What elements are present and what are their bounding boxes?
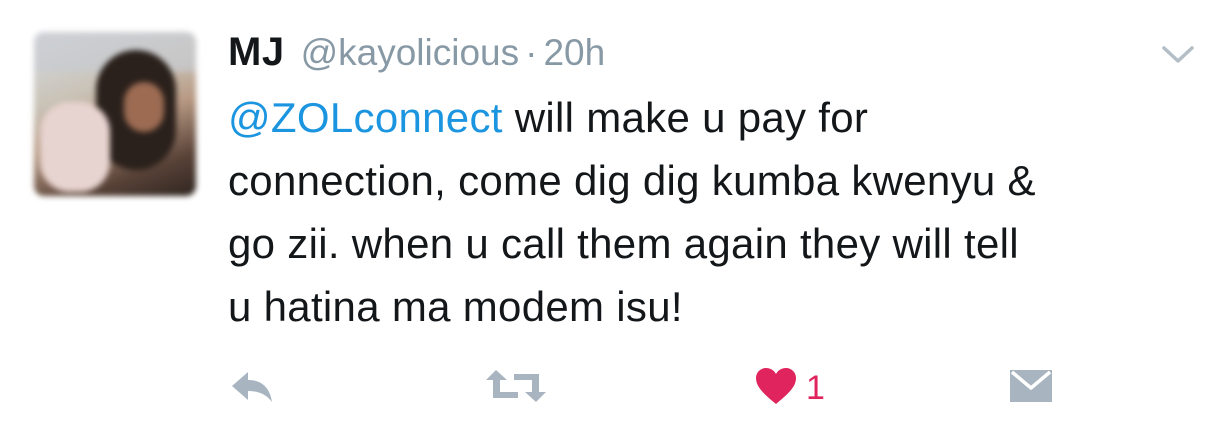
mention-link[interactable]: @ZOLconnect [228,94,503,141]
tweet-card[interactable]: MJ @kayolicious · 20h @ZOLconnect will m… [0,0,1231,432]
reply-button[interactable] [228,360,276,416]
tweet-text: @ZOLconnect will make u pay for connecti… [228,86,1218,338]
timestamp[interactable]: 20h [543,32,605,74]
user-handle[interactable]: @kayolicious [301,32,520,74]
avatar[interactable] [34,32,196,196]
separator-dot: · [525,32,538,73]
action-bar: 1 [0,360,1231,420]
like-button[interactable]: 1 [754,360,825,416]
reply-icon [228,366,276,411]
avatar-figure [40,102,110,192]
direct-message-button[interactable] [1008,360,1054,416]
retweet-button[interactable] [484,360,548,416]
retweet-icon [484,366,548,411]
display-name[interactable]: MJ [228,30,285,75]
like-count: 1 [806,368,825,407]
chevron-down-icon[interactable] [1161,44,1195,66]
avatar-face [124,82,164,132]
tweet-header: MJ @kayolicious · 20h [228,30,605,82]
heart-icon [754,366,798,411]
envelope-icon [1008,368,1054,409]
